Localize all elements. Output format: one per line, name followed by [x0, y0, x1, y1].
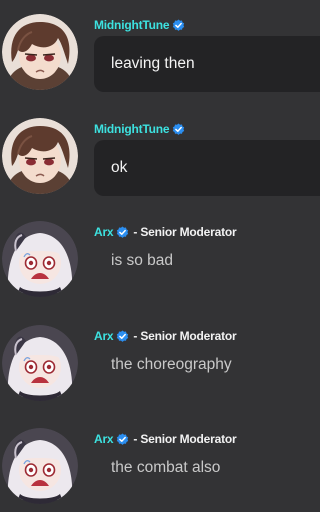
brown-hair-girl-avatar[interactable] — [2, 118, 78, 194]
message-text: leaving then — [111, 55, 195, 72]
chat-message: Arx - Senior Moderator is so bad — [0, 207, 315, 311]
message-bubble: ok — [94, 140, 320, 196]
message-text: the combat also — [111, 459, 221, 476]
message-header: Arx - Senior Moderator — [94, 327, 237, 345]
message-header: Arx - Senior Moderator — [94, 430, 237, 448]
message-header: MidnightTune — [94, 16, 185, 34]
message-header: MidnightTune — [94, 120, 185, 138]
message-text: the choreography — [111, 356, 232, 373]
verified-badge-icon — [116, 226, 129, 239]
chat-message: MidnightTune leaving then — [0, 0, 320, 104]
white-hair-crying-girl-avatar[interactable] — [2, 325, 78, 401]
username[interactable]: Arx — [94, 225, 114, 239]
white-hair-crying-girl-avatar[interactable] — [2, 428, 78, 504]
user-role: - Senior Moderator — [133, 329, 237, 343]
verified-badge-icon — [172, 19, 185, 32]
verified-badge-icon — [116, 433, 129, 446]
message-bubble: leaving then — [94, 36, 320, 92]
chat-message: MidnightTune ok — [0, 104, 320, 208]
message-header: Arx - Senior Moderator — [94, 223, 237, 241]
chat-message: Arx - Senior Moderator the combat also — [0, 414, 315, 512]
chat-message-list: MidnightTune leaving then MidnightTune o… — [0, 0, 320, 512]
username[interactable]: Arx — [94, 432, 114, 446]
username[interactable]: MidnightTune — [94, 122, 170, 136]
verified-badge-icon — [116, 330, 129, 343]
brown-hair-girl-avatar[interactable] — [2, 14, 78, 90]
user-role: - Senior Moderator — [133, 225, 237, 239]
message-text: ok — [111, 159, 128, 176]
chat-message: Arx - Senior Moderator the choreography — [0, 311, 315, 415]
user-role: - Senior Moderator — [133, 432, 237, 446]
message-text: is so bad — [111, 252, 174, 269]
username[interactable]: MidnightTune — [94, 18, 170, 32]
verified-badge-icon — [172, 123, 185, 136]
white-hair-crying-girl-avatar[interactable] — [2, 221, 78, 297]
username[interactable]: Arx — [94, 329, 114, 343]
